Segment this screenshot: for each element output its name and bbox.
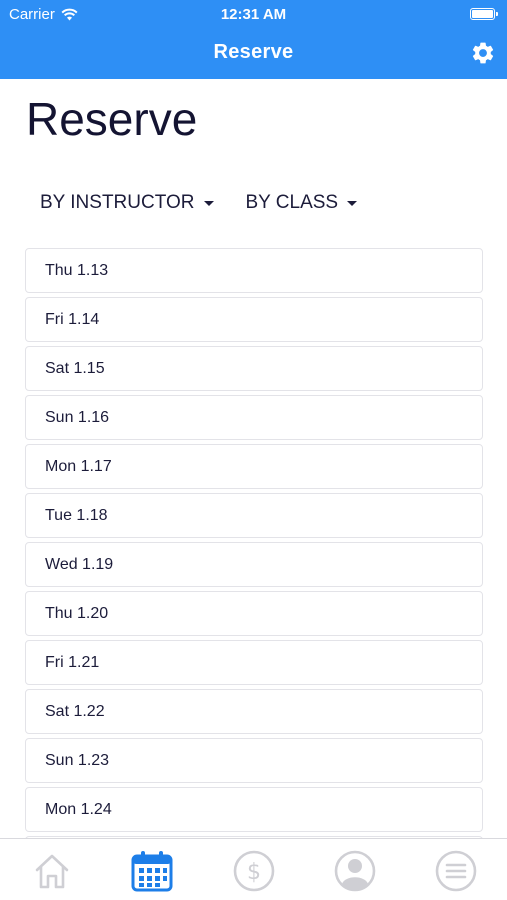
filter-by-instructor[interactable]: BY INSTRUCTOR: [40, 192, 214, 214]
menu-icon: [435, 850, 477, 892]
date-label: Wed 1.19: [45, 555, 114, 573]
gear-icon[interactable]: [470, 40, 496, 66]
date-row[interactable]: Sun 1.23: [25, 738, 483, 783]
date-label: Fri 1.14: [45, 310, 100, 328]
filter-by-class[interactable]: BY CLASS: [246, 192, 358, 214]
date-label: Mon 1.24: [45, 800, 112, 818]
status-bar: Carrier 12:31 AM: [0, 0, 507, 28]
date-row[interactable]: Mon 1.17: [25, 444, 483, 489]
date-row[interactable]: Fri 1.21: [25, 640, 483, 685]
caret-down-icon: [347, 200, 358, 206]
nav-title: Reserve: [213, 41, 294, 63]
date-list[interactable]: Thu 1.13 Fri 1.14 Sat 1.15 Sun 1.16 Mon …: [25, 248, 483, 838]
tab-profile[interactable]: [333, 849, 377, 893]
date-label: Sat 1.22: [45, 702, 105, 720]
date-row[interactable]: Thu 1.20: [25, 591, 483, 636]
date-label: Thu 1.13: [45, 261, 109, 279]
tab-calendar[interactable]: [130, 849, 174, 893]
svg-text:$: $: [247, 860, 261, 885]
date-label: Fri 1.21: [45, 653, 100, 671]
date-row[interactable]: Sat 1.15: [25, 346, 483, 391]
date-row[interactable]: Tue 1.18: [25, 493, 483, 538]
battery-icon: [470, 8, 498, 20]
date-row[interactable]: Sat 1.22: [25, 689, 483, 734]
date-label: Mon 1.17: [45, 457, 112, 475]
date-row[interactable]: Mon 1.24: [25, 787, 483, 832]
date-row[interactable]: Wed 1.19: [25, 542, 483, 587]
dollar-icon: $: [233, 850, 275, 892]
filter-label: BY INSTRUCTOR: [40, 192, 195, 213]
filter-bar: BY INSTRUCTOR BY CLASS: [40, 192, 358, 214]
date-row[interactable]: Fri 1.14: [25, 297, 483, 342]
date-label: Thu 1.20: [45, 604, 109, 622]
date-row[interactable]: Sun 1.16: [25, 395, 483, 440]
page-title: Reserve: [26, 93, 198, 145]
date-label: Tue 1.18: [45, 506, 108, 524]
clock: 12:31 AM: [220, 6, 287, 23]
home-icon: [35, 854, 69, 889]
calendar-icon: [131, 851, 173, 892]
date-row[interactable]: Thu 1.13: [25, 248, 483, 293]
caret-down-icon: [203, 200, 214, 206]
filter-label: BY CLASS: [245, 192, 339, 213]
tab-home[interactable]: [30, 849, 74, 893]
tab-menu[interactable]: [434, 849, 478, 893]
date-label: Sun 1.23: [45, 751, 110, 769]
date-label: Sun 1.16: [45, 408, 110, 426]
tab-bar: $: [0, 838, 507, 900]
profile-icon: [334, 850, 376, 892]
top-bar: Carrier 12:31 AM Reserve: [0, 0, 507, 79]
date-label: Sat 1.15: [45, 359, 105, 377]
tab-payments[interactable]: $: [232, 849, 276, 893]
